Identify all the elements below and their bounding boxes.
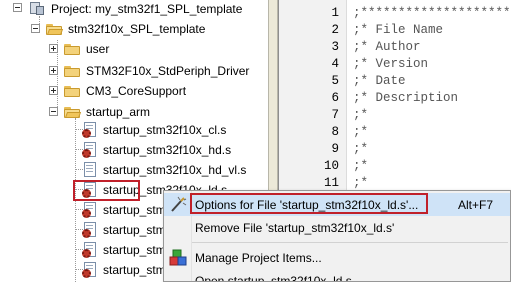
expand-toggle-icon[interactable]: [49, 44, 58, 53]
editor-line: 10 ;*: [279, 159, 368, 176]
tree-item-file[interactable]: startup_stm32f10x_cl.s: [82, 119, 227, 141]
folder-icon: [64, 85, 80, 97]
file-label: startup_stm: [103, 203, 166, 217]
line-number: 10: [323, 159, 339, 173]
menu-item-shortcut: Alt+F7: [457, 197, 493, 212]
line-code: ;*: [353, 125, 369, 139]
editor-line: 5 ;* Date: [279, 74, 405, 91]
menu-item-label: Remove File 'startup_stm32f10x_ld.s': [195, 220, 395, 235]
editor-line: 4 ;* Version: [279, 57, 428, 74]
file-label: startup_stm: [103, 263, 166, 277]
menu-item-label: Open startup_stm32f10x_ld.s: [195, 273, 352, 282]
collapse-toggle-icon[interactable]: [31, 24, 40, 33]
file-label: startup_stm32f10x_cl.s: [103, 123, 227, 137]
collapse-toggle-icon[interactable]: [49, 107, 58, 116]
menu-item-manage-project-items[interactable]: Manage Project Items...: [164, 246, 510, 269]
tree-connector: [75, 129, 83, 130]
file-label: startup_stm32f10x_hd_vl.s: [103, 163, 247, 177]
line-code: ;* Date: [353, 74, 406, 88]
tree-connector: [75, 269, 83, 270]
line-code: ;* File Name: [353, 23, 444, 37]
project-icon: [29, 2, 45, 16]
collapse-toggle-icon[interactable]: [13, 3, 22, 12]
project-label: Project: my_stm32f1_SPL_template: [51, 2, 243, 16]
tree-item-file[interactable]: startup_stm: [82, 199, 166, 221]
tree-item-file[interactable]: startup_stm32f10x_hd.s: [82, 139, 232, 161]
tree-connector: [75, 249, 83, 250]
editor-line: 7 ;*: [279, 108, 368, 125]
tree-item-group[interactable]: user: [64, 38, 109, 60]
file-label: startup_stm: [103, 243, 166, 257]
expand-toggle-icon[interactable]: [49, 66, 58, 75]
asm-file-icon: [82, 142, 97, 158]
line-code: ;*: [353, 159, 369, 173]
tree-connector: [75, 209, 83, 210]
tree-connector: [75, 229, 83, 230]
tree-item-target[interactable]: stm32f10x_SPL_template: [46, 18, 205, 40]
context-menu: Options for File 'startup_stm32f10x_ld.s…: [163, 190, 511, 282]
group-label: user: [86, 42, 110, 56]
line-code: ;*: [353, 108, 369, 122]
editor-line: 3 ;* Author: [279, 40, 420, 57]
tree-item-project[interactable]: Project: my_stm32f1_SPL_template: [29, 0, 242, 20]
line-number: 2: [331, 23, 339, 37]
tree-item-file[interactable]: startup_stm: [82, 259, 166, 281]
asm-file-icon: [82, 222, 97, 238]
menu-separator: [192, 242, 508, 243]
expand-toggle-icon[interactable]: [49, 86, 58, 95]
tree-item-group[interactable]: CM3_CoreSupport: [64, 80, 186, 102]
line-number: 7: [331, 108, 339, 122]
file-label: startup_stm: [103, 223, 166, 237]
line-code: ;*: [353, 176, 369, 190]
editor-line: 2 ;* File Name: [279, 23, 443, 40]
line-number: 1: [331, 6, 339, 20]
line-code: ;*: [353, 142, 369, 156]
folder-open-icon: [46, 23, 64, 35]
line-number: 3: [331, 40, 339, 54]
folder-open-icon: [64, 106, 82, 118]
line-code: ;* Description: [353, 91, 459, 105]
group-label: STM32F10x_StdPeriph_Driver: [86, 64, 250, 78]
line-number: 8: [331, 125, 339, 139]
manage-project-items-icon: [169, 249, 187, 266]
line-number: 5: [331, 74, 339, 88]
annotation-highlight-box: [190, 193, 428, 214]
folder-icon: [64, 43, 80, 55]
file-label: startup_stm32f10x_hd.s: [103, 143, 232, 157]
tree-item-group[interactable]: STM32F10x_StdPeriph_Driver: [64, 60, 249, 82]
group-label: startup_arm: [86, 105, 151, 119]
tree-connector: [75, 169, 83, 170]
menu-item-label: Manage Project Items...: [195, 250, 322, 265]
line-number: 9: [331, 142, 339, 156]
line-code: ;* Version: [353, 57, 429, 71]
line-code: ;* Author: [353, 40, 421, 54]
target-label: stm32f10x_SPL_template: [68, 22, 206, 36]
asm-file-icon: [82, 262, 97, 278]
editor-line: 8 ;*: [279, 125, 368, 142]
group-label: CM3_CoreSupport: [86, 84, 187, 98]
menu-item-remove-file[interactable]: Remove File 'startup_stm32f10x_ld.s': [164, 216, 510, 239]
file-icon: [84, 162, 97, 178]
menu-item-open-file[interactable]: Open startup_stm32f10x_ld.s: [164, 269, 510, 282]
line-code: ;*********************: [353, 6, 511, 20]
tree-connector: [75, 149, 83, 150]
line-number: 4: [331, 57, 339, 71]
editor-line: 6 ;* Description: [279, 91, 458, 108]
editor-line: 1 ;*********************: [279, 6, 511, 23]
annotation-highlight-box: [73, 180, 140, 201]
line-number: 6: [331, 91, 339, 105]
asm-file-icon: [82, 202, 97, 218]
asm-file-icon: [82, 122, 97, 138]
tree-item-file[interactable]: startup_stm: [82, 239, 166, 261]
folder-icon: [64, 65, 80, 77]
tree-item-file[interactable]: startup_stm32f10x_hd_vl.s: [84, 159, 246, 181]
options-wand-icon: [169, 196, 187, 213]
editor-line: 9 ;*: [279, 142, 368, 159]
tree-item-file[interactable]: startup_stm: [82, 219, 166, 241]
asm-file-icon: [82, 242, 97, 258]
